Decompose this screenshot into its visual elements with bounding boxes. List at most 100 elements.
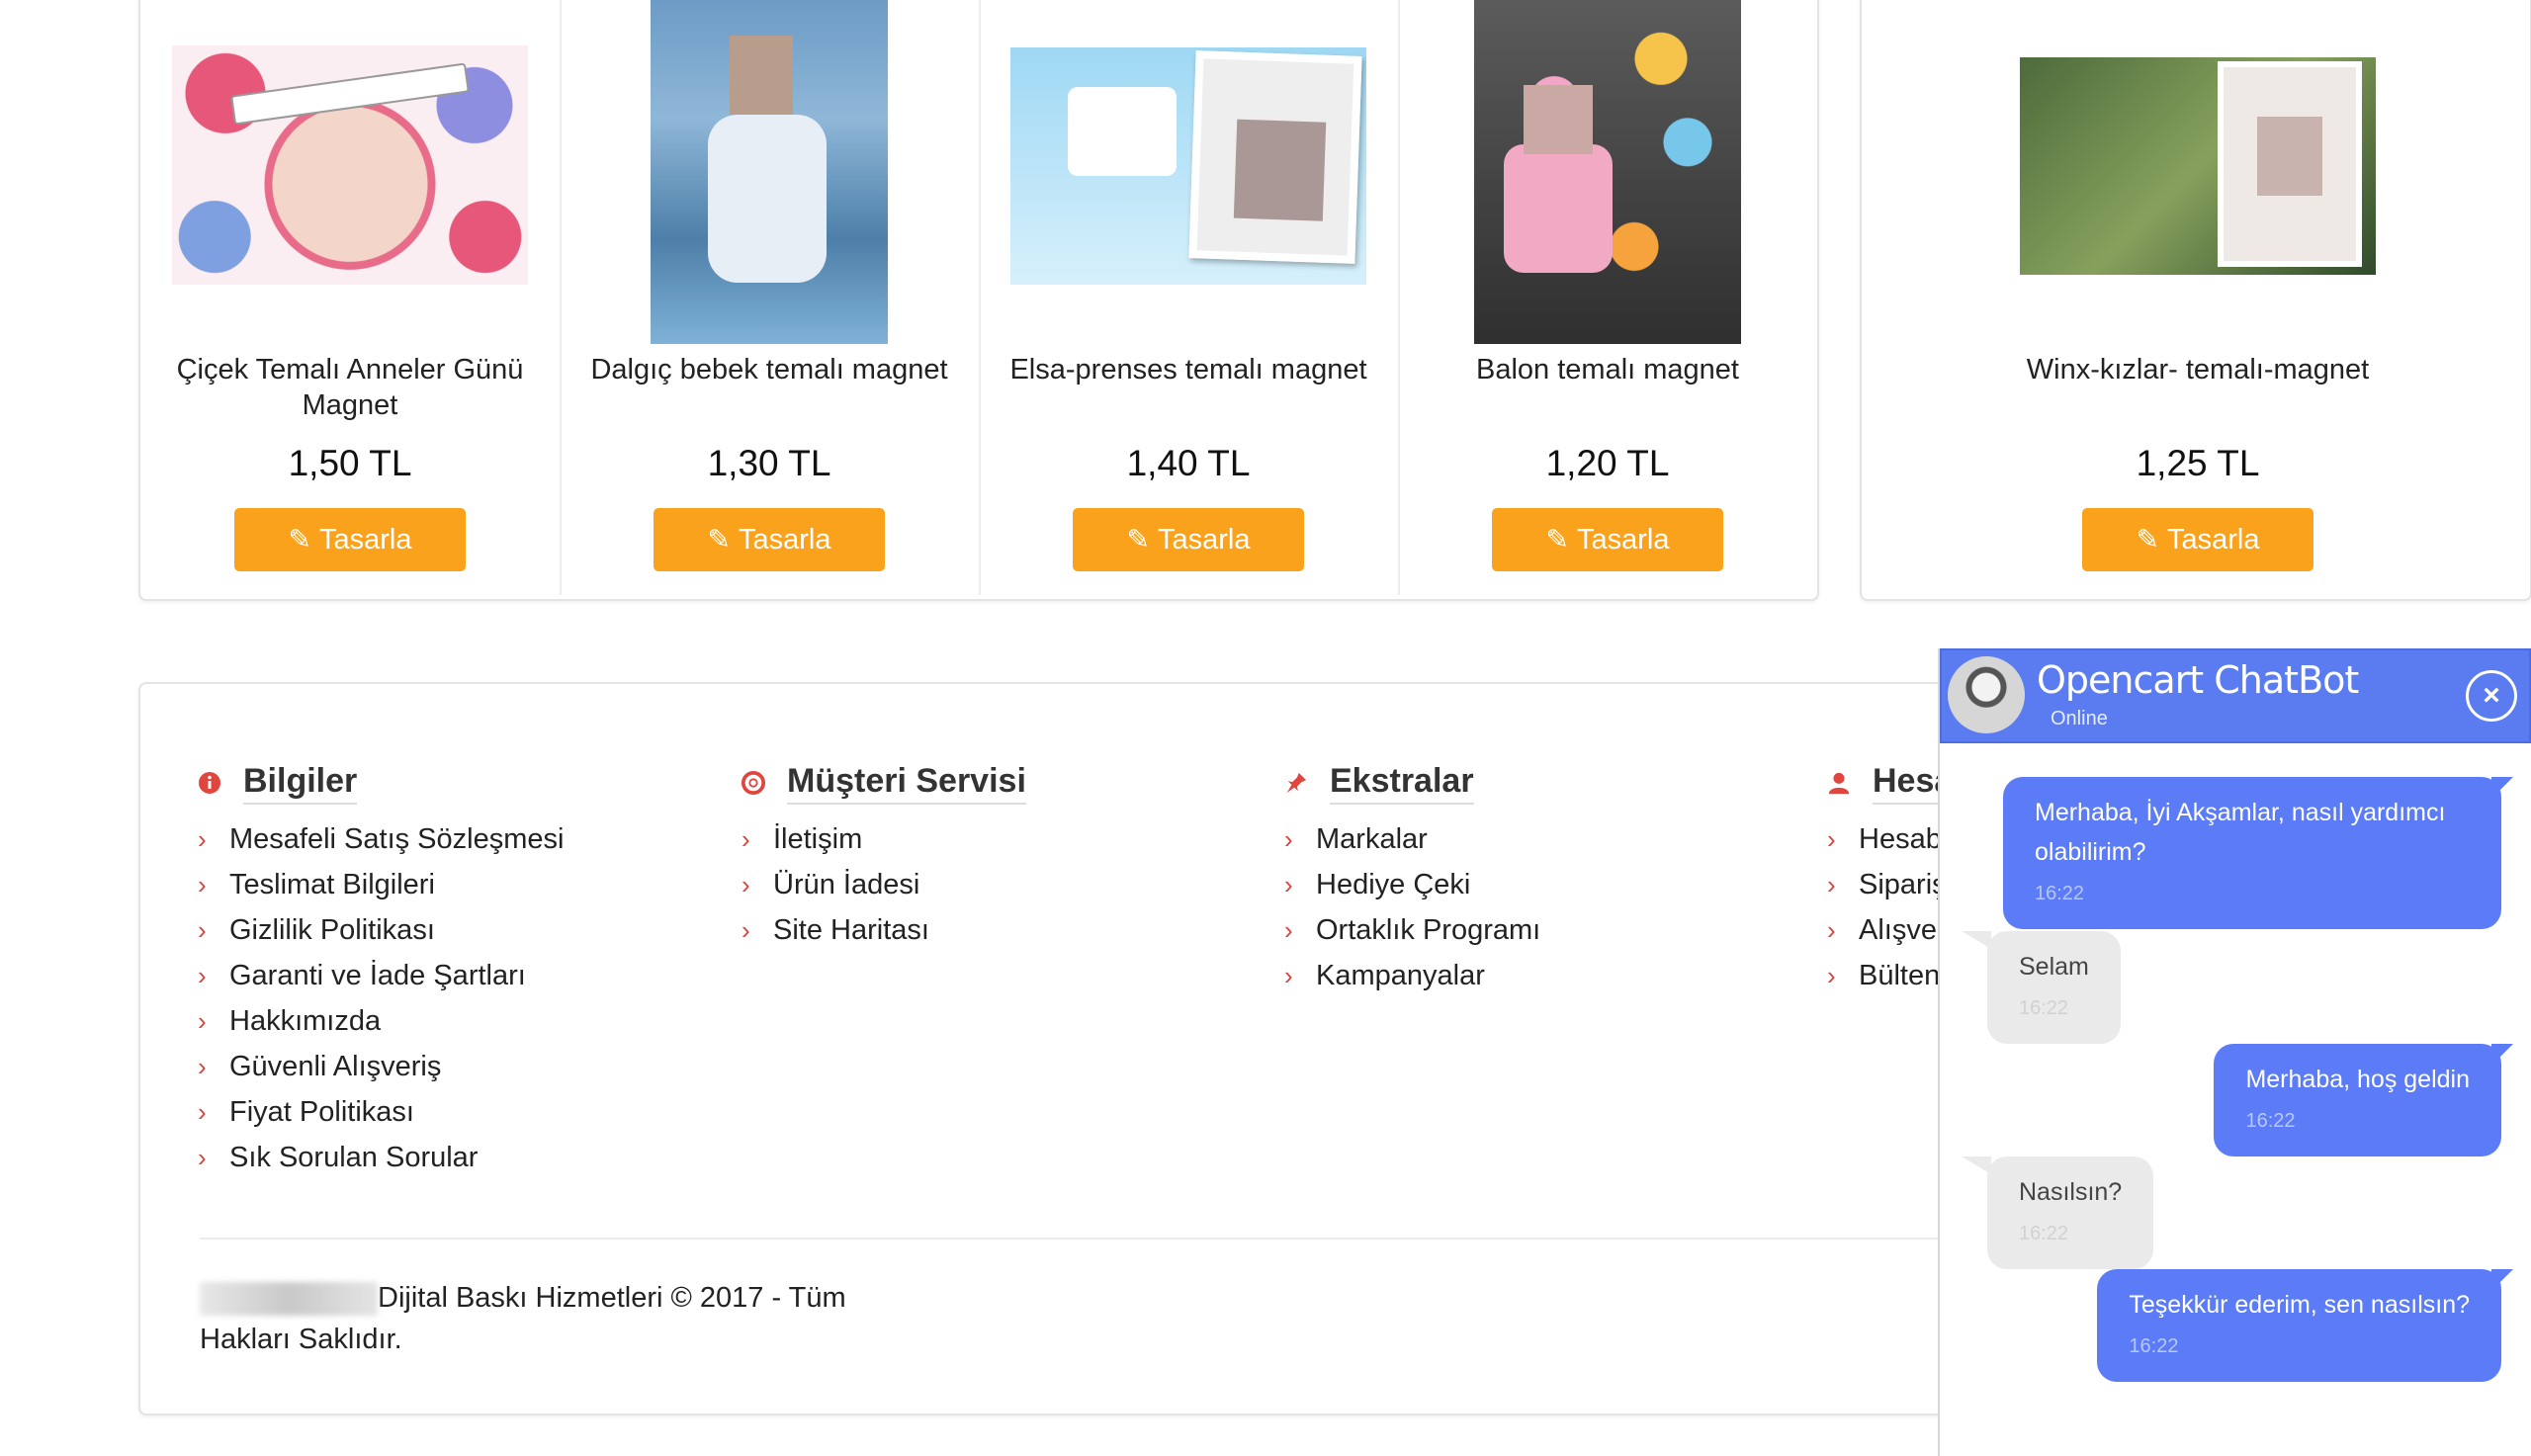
chevron-right-icon: › — [1284, 870, 1293, 899]
info-icon — [198, 771, 221, 795]
redacted-company-name — [200, 1282, 378, 1317]
chatbot-header: Opencart ChatBot Online × — [1940, 648, 2531, 743]
product-panel-main: Çiçek Temalı Anneler Günü Magnet 1,50 TL… — [138, 0, 1819, 601]
product-price: 1,50 TL — [288, 443, 412, 483]
footer-column-bilgiler: Bilgiler › Mesafeli Satış Sözleşmesi › Tes… — [198, 761, 564, 1180]
product-image[interactable] — [651, 0, 888, 344]
chevron-right-icon: › — [1827, 961, 1836, 990]
chevron-right-icon: › — [198, 1006, 207, 1036]
chevron-right-icon: › — [1284, 961, 1293, 990]
product-image[interactable] — [1474, 0, 1741, 344]
footer-link[interactable]: › Ortaklık Programı — [1284, 907, 1540, 953]
product-image[interactable] — [2020, 57, 2376, 275]
pencil-icon: ✎ — [1126, 524, 1150, 555]
bubble-tail — [2491, 777, 2513, 799]
message-time: 16:22 — [2019, 997, 2069, 1019]
chatbot-status: Online — [2051, 708, 2108, 729]
footer-link[interactable]: › Teslimat Bilgileri — [198, 862, 564, 907]
design-button[interactable]: ✎ Tasarla — [1492, 508, 1723, 571]
product-image[interactable] — [172, 45, 528, 285]
product-card: Winx-kızlar- temalı-magnet 1,25 TL ✎ Tasa… — [1988, 0, 2407, 595]
footer-heading: Ekstralar — [1330, 761, 1474, 805]
design-button[interactable]: ✎ Tasarla — [234, 508, 466, 571]
product-price: 1,25 TL — [2136, 443, 2260, 483]
copyright: Dijital Baskı Hizmetleri © 2017 - Tüm Ha… — [200, 1282, 846, 1355]
chevron-right-icon: › — [742, 870, 750, 899]
chat-message-bot: Teşekkür ederim, sen nasılsın? 16:22 — [2097, 1269, 2501, 1382]
product-card: Çiçek Temalı Anneler Günü Magnet 1,50 TL… — [140, 0, 560, 595]
chevron-right-icon: › — [198, 915, 207, 945]
chevron-right-icon: › — [198, 1052, 207, 1081]
design-button[interactable]: ✎ Tasarla — [2082, 508, 2313, 571]
chevron-right-icon: › — [198, 1097, 207, 1127]
product-card: Dalgıç bebek temalı magnet 1,30 TL ✎ Tasa… — [560, 0, 979, 595]
chevron-right-icon: › — [198, 961, 207, 990]
pin-icon — [1284, 771, 1308, 795]
footer-link[interactable]: › Gizlilik Politikası — [198, 907, 564, 953]
product-card: Elsa-prenses temalı magnet 1,40 TL ✎ Tasa… — [979, 0, 1398, 595]
pencil-icon: ✎ — [707, 524, 731, 555]
bubble-tail — [2491, 1044, 2513, 1066]
bubble-tail — [2491, 1269, 2513, 1291]
user-icon — [1827, 771, 1851, 795]
footer-link[interactable]: › Kampanyalar — [1284, 953, 1540, 998]
product-name[interactable]: Balon temalı magnet — [1418, 352, 1797, 387]
footer-link[interactable]: › Mesafeli Satış Sözleşmesi — [198, 816, 564, 862]
message-time: 16:22 — [2245, 1110, 2296, 1132]
chevron-right-icon: › — [1827, 824, 1836, 854]
footer-link[interactable]: › Sık Sorulan Sorular — [198, 1135, 564, 1180]
footer-link[interactable]: › Site Haritası — [742, 907, 1026, 953]
footer-column-musteri-servisi: Müşteri Servisi › İletişim › Ürün İadesi ›… — [742, 761, 1026, 953]
chat-message-user: Nasılsın? 16:22 — [1987, 1156, 2154, 1269]
product-card: Balon temalı magnet 1,20 TL ✎ Tasarla — [1398, 0, 1817, 595]
chatbot-window: Opencart ChatBot Online × Merhaba, İyi A… — [1938, 648, 2531, 1456]
product-price: 1,30 TL — [707, 443, 831, 483]
footer-link[interactable]: › Güvenli Alışveriş — [198, 1044, 564, 1089]
message-time: 16:22 — [2035, 883, 2085, 904]
chevron-right-icon: › — [742, 824, 750, 854]
design-button[interactable]: ✎ Tasarla — [1073, 508, 1304, 571]
chevron-right-icon: › — [1284, 824, 1293, 854]
footer-link[interactable]: › Hediye Çeki — [1284, 862, 1540, 907]
product-name[interactable]: Winx-kızlar- temalı-magnet — [2008, 352, 2388, 387]
footer-column-hesap: Hesa › Hesab › Sipariş › Alışver › Bülten — [1827, 761, 1954, 998]
message-time: 16:22 — [2019, 1223, 2069, 1244]
message-time: 16:22 — [2129, 1335, 2179, 1357]
close-button[interactable]: × — [2466, 670, 2517, 722]
chevron-right-icon: › — [1827, 870, 1836, 899]
pencil-icon: ✎ — [2136, 524, 2159, 555]
design-button[interactable]: ✎ Tasarla — [654, 508, 885, 571]
product-name[interactable]: Elsa-prenses temalı magnet — [999, 352, 1378, 387]
product-name[interactable]: Çiçek Temalı Anneler Günü Magnet — [160, 352, 540, 423]
product-image[interactable] — [1010, 47, 1366, 285]
chevron-right-icon: › — [198, 824, 207, 854]
chat-message-user: Selam 16:22 — [1987, 931, 2121, 1044]
footer-link[interactable]: › Ürün İadesi — [742, 862, 1026, 907]
chevron-right-icon: › — [1284, 915, 1293, 945]
footer-link[interactable]: › Sipariş — [1827, 862, 1953, 907]
footer-link[interactable]: › Fiyat Politikası — [198, 1089, 564, 1135]
product-price: 1,20 TL — [1545, 443, 1670, 483]
footer-heading: Bilgiler — [243, 761, 358, 805]
chat-message-bot: Merhaba, İyi Akşamlar, nasıl yardımcı ol… — [2003, 777, 2501, 929]
chevron-right-icon: › — [742, 915, 750, 945]
chevron-right-icon: › — [1827, 915, 1836, 945]
footer-column-ekstralar: Ekstralar › Markalar › Hediye Çeki › Ortakl… — [1284, 761, 1540, 998]
bot-avatar — [1948, 656, 2025, 733]
footer-link[interactable]: › Bülten — [1827, 953, 1953, 998]
bubble-tail — [1962, 931, 1991, 949]
footer-link[interactable]: › Hakkımızda — [198, 998, 564, 1044]
chatbot-title: Opencart ChatBot — [2037, 658, 2359, 702]
footer-link[interactable]: › Markalar — [1284, 816, 1540, 862]
product-panel-side: Winx-kızlar- temalı-magnet 1,25 TL ✎ Tasa… — [1860, 0, 2531, 601]
footer-link[interactable]: › Alışver — [1827, 907, 1953, 953]
pencil-icon: ✎ — [288, 524, 311, 555]
footer-link[interactable]: › İletişim — [742, 816, 1026, 862]
chevron-right-icon: › — [198, 1143, 207, 1172]
footer-link[interactable]: › Hesab — [1827, 816, 1953, 862]
pencil-icon: ✎ — [1545, 524, 1569, 555]
footer-link[interactable]: › Garanti ve İade Şartları — [198, 953, 564, 998]
lifebuoy-icon — [742, 771, 765, 795]
product-name[interactable]: Dalgıç bebek temalı magnet — [579, 352, 959, 387]
chevron-right-icon: › — [198, 870, 207, 899]
